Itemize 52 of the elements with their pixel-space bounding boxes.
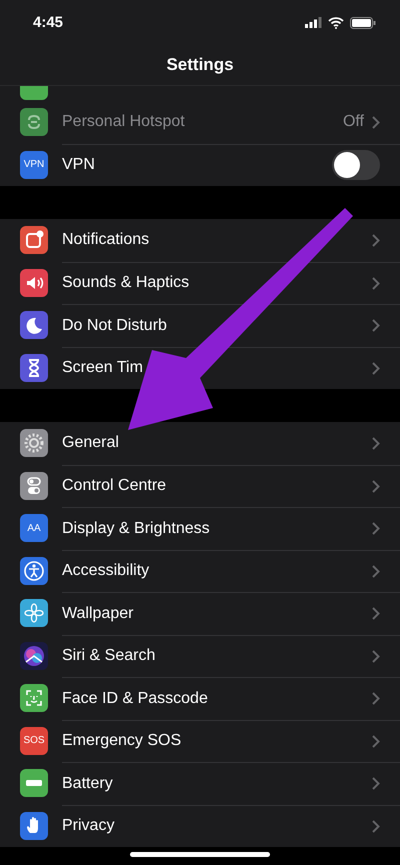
wifi-icon <box>328 16 344 28</box>
setting-label[interactable]: Wallpaper <box>62 604 372 623</box>
switches-icon <box>20 472 48 500</box>
setting-label[interactable]: Accessibility <box>62 562 372 580</box>
setting-value: Off <box>342 113 364 132</box>
chevron-icon <box>372 480 380 493</box>
accessibility-icon <box>20 556 48 585</box>
hourglass-icon <box>20 354 48 382</box>
chevron-icon <box>372 734 380 748</box>
chevron-icon <box>372 319 380 332</box>
chevron-icon <box>372 692 380 706</box>
chevron-icon <box>372 276 380 290</box>
chevron-icon <box>372 820 380 833</box>
chevron-icon <box>372 607 380 620</box>
chevron-icon <box>372 116 380 129</box>
chevron-icon <box>372 436 380 450</box>
flower-icon <box>20 599 48 628</box>
chevron-icon <box>372 564 380 578</box>
chevron-icon <box>372 362 380 375</box>
speaker-icon <box>20 268 48 297</box>
setting-label[interactable]: Battery <box>62 774 372 793</box>
setting-label[interactable]: Emergency SOS <box>62 732 372 750</box>
setting-label[interactable]: Face ID & Passcode <box>62 690 372 708</box>
hand-icon <box>20 812 48 840</box>
face-frame-icon <box>20 684 48 712</box>
moon-icon <box>20 311 48 340</box>
vpn-icon: VPN <box>20 150 48 179</box>
setting-label[interactable]: Control Centre <box>62 477 372 496</box>
sos-icon: SOS <box>20 726 48 755</box>
display-icon: AA <box>20 514 48 542</box>
setting-label[interactable]: Privacy <box>62 817 372 836</box>
chevron-icon <box>372 234 380 247</box>
status-time: 4:45 <box>33 14 64 31</box>
setting-label[interactable]: Do Not Disturb <box>62 316 372 335</box>
battery-icon <box>20 769 48 798</box>
setting-label[interactable]: Sounds & Haptics <box>62 274 372 292</box>
setting-label[interactable]: Siri & Search <box>62 647 372 666</box>
chevron-icon <box>372 777 380 790</box>
setting-label[interactable]: Notifications <box>62 231 372 250</box>
setting-label[interactable]: General <box>62 434 372 452</box>
gear-icon <box>20 429 48 458</box>
setting-label[interactable]: Display & Brightness <box>62 520 372 538</box>
setting-label[interactable]: VPN <box>62 156 332 174</box>
notification-icon <box>20 226 48 254</box>
setting-label[interactable]: Screen Tim <box>62 359 372 378</box>
signal-icon <box>305 17 322 28</box>
chevron-icon <box>372 522 380 536</box>
chevron-icon <box>372 650 380 663</box>
nav-title: Settings <box>166 55 234 75</box>
orb-icon <box>20 642 48 670</box>
toggle-switch[interactable] <box>332 150 380 180</box>
battery-status-icon <box>350 16 376 28</box>
